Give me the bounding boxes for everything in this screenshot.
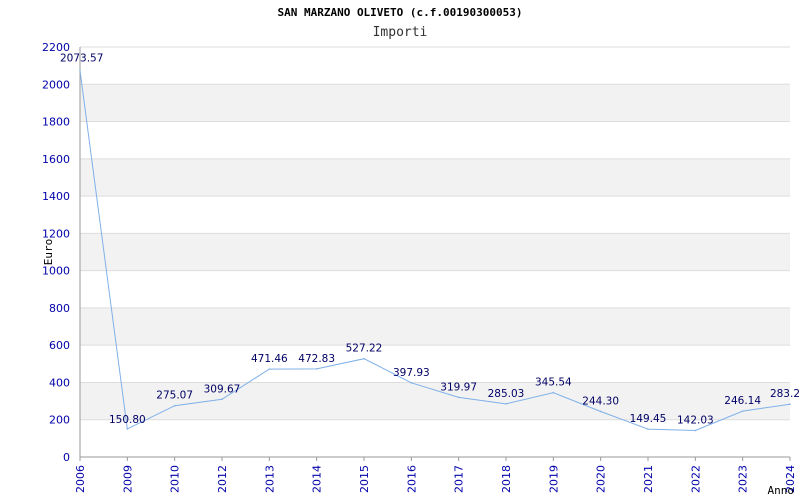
data-label: 150.80 [109,414,146,426]
data-label: 471.46 [251,353,288,365]
data-label: 246.14 [724,395,761,407]
x-tick-label: 2017 [453,465,466,493]
y-axis-label: Euro [42,239,55,266]
x-tick-label: 2010 [169,465,182,493]
x-tick-label: 2018 [500,465,513,493]
data-label: 244.30 [582,395,619,407]
data-point [694,429,697,432]
x-tick-label: 2014 [311,465,324,493]
grid-band [80,84,790,122]
y-tick-label: 1800 [42,116,70,129]
data-label: 149.45 [630,413,667,425]
y-tick-label: 1000 [42,265,70,278]
y-tick-label: 1600 [42,153,70,166]
grid-band [80,307,790,346]
data-point [457,396,460,399]
y-tick-label: 0 [63,451,70,464]
grid-band [80,233,790,271]
data-point [268,368,271,370]
x-tick-label: 2015 [358,465,371,493]
data-label: 2073.57 [60,53,103,65]
data-label: 275.07 [156,390,193,402]
x-tick-label: 2022 [689,465,702,493]
x-tick-label: 2009 [121,465,134,493]
y-tick-label: 1400 [42,190,70,203]
x-axis-label: Anno [768,484,795,497]
line-chart: 0200400600800100012001400160018002000220… [42,41,800,497]
y-tick-label: 600 [49,339,70,352]
data-point [647,428,649,430]
data-point [221,398,223,401]
x-tick-label: 2021 [642,465,655,493]
x-tick-label: 2019 [547,465,560,493]
data-label: 285.03 [488,388,525,400]
x-tick-label: 2016 [405,465,418,493]
x-tick-label: 2012 [216,465,229,493]
x-tick-label: 2006 [74,465,87,493]
data-point [789,403,791,406]
data-label: 309.67 [204,383,241,395]
data-point [173,404,176,407]
x-tick-label: 2020 [595,465,608,493]
data-point [79,69,81,72]
data-label: 319.97 [440,381,477,393]
y-tick-label: 1200 [42,227,70,240]
data-label: 142.03 [677,415,714,427]
y-tick-label: 200 [49,414,70,427]
x-tick-label: 2023 [737,465,750,493]
x-tick-label: 2013 [263,465,276,493]
y-tick-label: 800 [49,302,70,315]
data-point [552,391,555,394]
data-label: 472.83 [298,353,335,365]
data-point [741,410,744,412]
data-point [599,410,602,413]
data-point [315,368,318,370]
grid-band [80,158,790,197]
data-label: 527.22 [346,343,383,355]
data-label: 397.93 [393,367,430,379]
data-point [126,428,129,430]
data-point [363,357,365,360]
data-label: 283.2 [770,388,800,400]
data-point [505,403,507,405]
data-point [410,382,413,384]
data-label: 345.54 [535,377,572,389]
y-tick-label: 400 [49,376,70,389]
y-tick-label: 2000 [42,78,70,91]
